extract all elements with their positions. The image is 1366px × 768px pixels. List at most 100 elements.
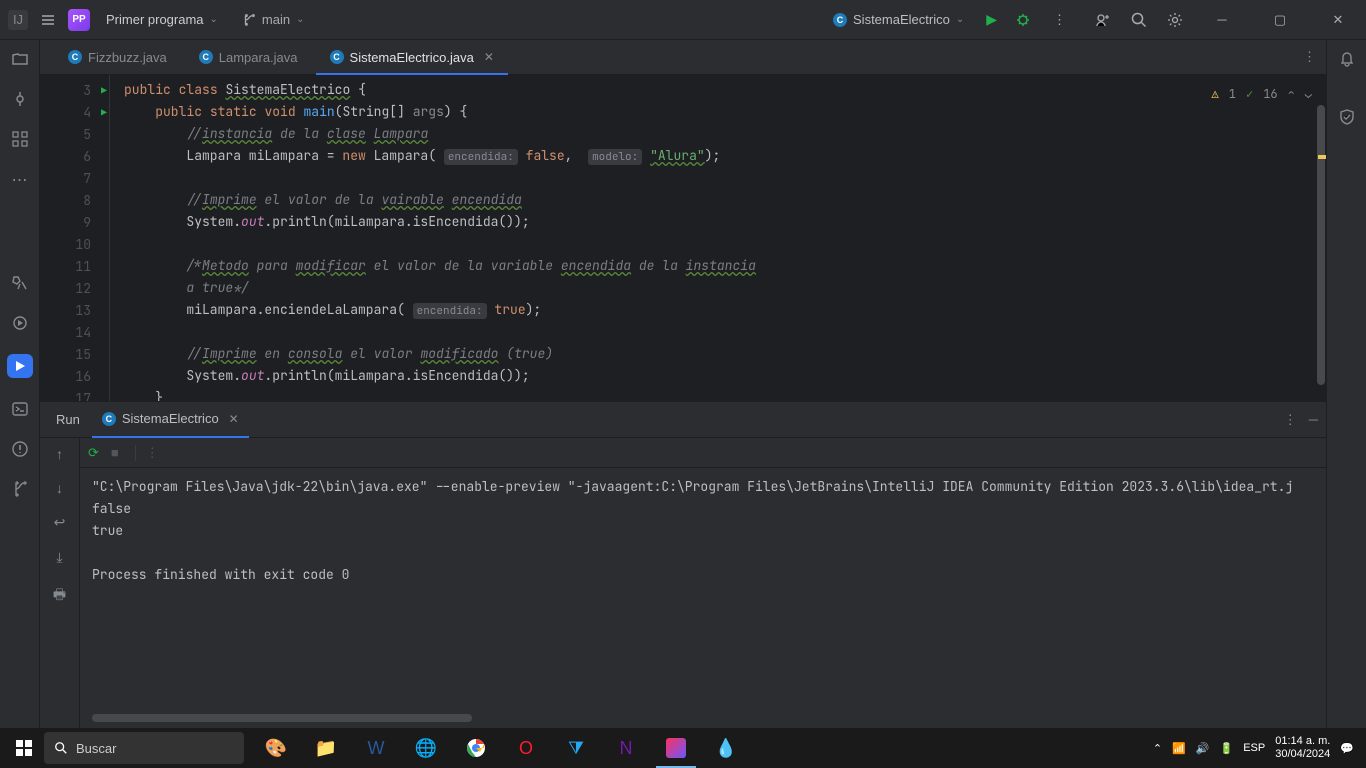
branch-icon (242, 13, 256, 27)
tabs-more-icon[interactable]: ⋮ (1303, 49, 1316, 65)
run-tab-sistemaelectrico[interactable]: C SistemaElectrico ✕ (92, 402, 249, 438)
project-tool-icon[interactable] (11, 50, 29, 68)
run-tab-label: SistemaElectrico (122, 411, 219, 426)
java-class-icon: C (68, 50, 82, 64)
notifications-icon[interactable] (1338, 50, 1356, 68)
maximize-button[interactable]: ▢ (1260, 6, 1300, 34)
java-class-icon: C (833, 13, 847, 27)
search-icon[interactable] (1130, 11, 1148, 29)
git-branch-dropdown[interactable]: main ⌄ (234, 8, 313, 31)
editor-body: 3▶ 4▶ 5 6 7 8 9 10 11 12 13 14 15 16 17 … (40, 75, 1326, 401)
close-icon[interactable]: ✕ (484, 50, 494, 64)
titlebar: IJ PP Primer programa ⌄ main ⌄ C Sistema… (0, 0, 1366, 40)
tab-sistemaelectrico[interactable]: C SistemaElectrico.java ✕ (316, 40, 508, 75)
editor-scrollbar[interactable] (1316, 75, 1326, 401)
project-badge: PP (68, 9, 90, 31)
onenote-icon[interactable]: N (602, 728, 650, 768)
git-tool-icon[interactable] (11, 480, 29, 498)
tab-label: Lampara.java (219, 50, 298, 65)
java-class-icon: C (330, 50, 344, 64)
branch-name-text: main (262, 12, 290, 27)
search-placeholder: Buscar (76, 741, 116, 756)
minimize-button[interactable]: ─ (1202, 6, 1242, 34)
java-class-icon: C (199, 50, 213, 64)
gutter-run-icon[interactable]: ▶ (101, 106, 107, 119)
build-tool-icon[interactable] (11, 274, 29, 292)
intellij-taskbar-icon[interactable] (652, 728, 700, 768)
structure-tool-icon[interactable] (11, 130, 29, 148)
print-icon[interactable]: 🖶 (53, 584, 66, 608)
main-area: ⋯ C Fizzbuzz.java C Lampara.java C Siste… (0, 40, 1366, 728)
java-class-icon: C (102, 412, 116, 426)
run-tool-icon[interactable] (7, 354, 33, 378)
gutter: 3▶ 4▶ 5 6 7 8 9 10 11 12 13 14 15 16 17 … (40, 75, 110, 401)
chrome-icon[interactable] (452, 728, 500, 768)
terminal-tool-icon[interactable] (11, 400, 29, 418)
run-output[interactable]: "C:\Program Files\Java\jdk-22\bin\java.e… (80, 468, 1326, 714)
more-actions-icon[interactable]: ⋮ (1045, 8, 1074, 32)
windows-taskbar: Buscar 🎨 📁 W 🌐 O ⧩ N 💧 ⌃ 📶 🔊 🔋 ESP 01:14… (0, 728, 1366, 768)
soft-wrap-icon[interactable]: ↩ (54, 514, 66, 531)
scroll-end-icon[interactable]: ⤓ (56, 549, 62, 566)
more-icon[interactable]: ⋮ (1284, 412, 1297, 428)
app-icon[interactable]: 💧 (702, 728, 750, 768)
commit-tool-icon[interactable] (11, 90, 29, 108)
taskbar-search[interactable]: Buscar (44, 732, 244, 764)
close-icon[interactable]: ✕ (229, 412, 239, 426)
debug-button[interactable] (1011, 8, 1035, 32)
tab-fizzbuzz[interactable]: C Fizzbuzz.java (54, 40, 181, 75)
more-tools-icon[interactable]: ⋯ (12, 170, 28, 190)
chevron-down-icon: ⌄ (296, 14, 304, 25)
language-indicator[interactable]: ESP (1243, 742, 1265, 754)
rerun-button[interactable]: ⟳ (88, 445, 99, 461)
activity-bar-right (1326, 40, 1366, 728)
chevron-down-icon: ⌄ (210, 14, 218, 25)
chevron-down-icon[interactable]: ⌄ (1305, 83, 1312, 105)
run-panel: Run C SistemaElectrico ✕ ⋮ ─ ↑ ↓ ↩ ⤓ 🖶 (40, 401, 1326, 728)
start-button[interactable] (4, 728, 44, 768)
battery-icon[interactable]: 🔋 (1220, 742, 1234, 755)
inspection-widget[interactable]: ⚠1 ✓16 ⌃ ⌄ (1212, 83, 1312, 105)
code-editor[interactable]: ⚠1 ✓16 ⌃ ⌄ public class SistemaElectrico… (110, 75, 1326, 401)
intellij-logo: IJ (8, 10, 28, 30)
problems-tool-icon[interactable] (11, 440, 29, 458)
run-header: Run C SistemaElectrico ✕ ⋮ ─ (40, 402, 1326, 438)
project-name-text: Primer programa (106, 12, 204, 27)
edge-icon[interactable]: 🌐 (402, 728, 450, 768)
opera-icon[interactable]: O (502, 728, 550, 768)
minimize-panel-icon[interactable]: ─ (1309, 412, 1318, 428)
volume-icon[interactable]: 🔊 (1196, 742, 1210, 755)
close-button[interactable]: ✕ (1318, 6, 1358, 34)
explorer-icon[interactable]: 📁 (302, 728, 350, 768)
run-config-dropdown[interactable]: C SistemaElectrico ⌄ (825, 8, 972, 31)
tab-label: Fizzbuzz.java (88, 50, 167, 65)
warning-icon: ⚠ (1212, 83, 1219, 105)
settings-icon[interactable] (1166, 11, 1184, 29)
gutter-run-icon[interactable]: ▶ (101, 84, 107, 97)
code-with-me-icon[interactable] (1094, 11, 1112, 29)
wifi-icon[interactable]: 📶 (1172, 742, 1186, 755)
tab-lampara[interactable]: C Lampara.java (185, 40, 312, 75)
notifications-tray-icon[interactable]: 💬 (1340, 742, 1354, 755)
stop-button[interactable]: ■ (111, 445, 119, 460)
chevron-up-icon[interactable]: ⌃ (1288, 83, 1295, 105)
project-dropdown[interactable]: Primer programa ⌄ (98, 8, 226, 31)
clock[interactable]: 01:14 a. m. 30/04/2024 (1275, 735, 1330, 761)
run-config-text: SistemaElectrico (853, 12, 950, 27)
services-tool-icon[interactable] (11, 314, 29, 332)
run-output-toolbar: ↑ ↓ ↩ ⤓ 🖶 (40, 438, 80, 728)
up-icon[interactable]: ↑ (56, 446, 63, 462)
run-h-scrollbar[interactable] (92, 714, 1326, 726)
vscode-icon[interactable]: ⧩ (552, 728, 600, 768)
editor-tabs: C Fizzbuzz.java C Lampara.java C Sistema… (40, 40, 1326, 75)
down-icon[interactable]: ↓ (56, 480, 63, 496)
cortana-icon[interactable]: 🎨 (252, 728, 300, 768)
tray-chevron-icon[interactable]: ⌃ (1153, 742, 1162, 755)
taskbar-apps: 🎨 📁 W 🌐 O ⧩ N 💧 (252, 728, 750, 768)
more-icon[interactable]: ⋮ (135, 445, 159, 461)
shield-icon[interactable] (1338, 108, 1356, 126)
main-menu-icon[interactable] (36, 8, 60, 32)
word-icon[interactable]: W (352, 728, 400, 768)
run-button[interactable]: ▶ (982, 7, 1001, 32)
run-controls: ⟳ ■ ⋮ (80, 438, 1326, 468)
